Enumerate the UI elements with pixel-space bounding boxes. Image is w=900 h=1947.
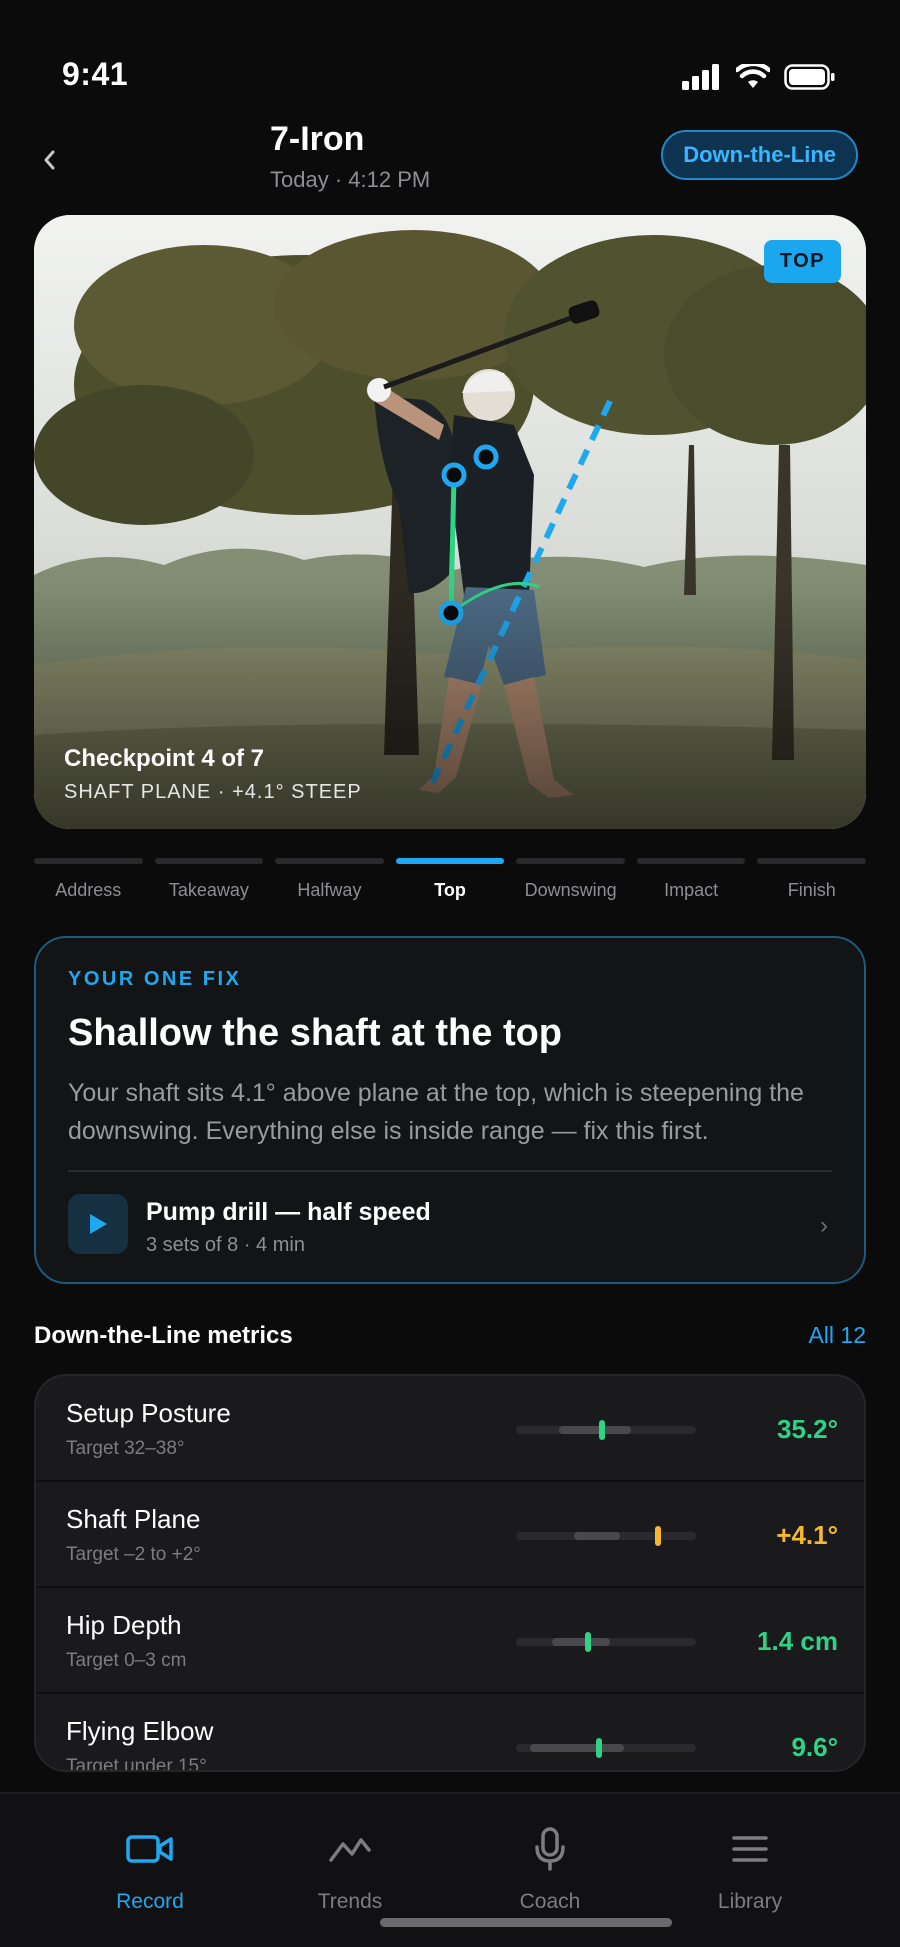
target-range — [573, 1532, 621, 1540]
drill-subtitle: 3 sets of 8 · 4 min — [146, 1234, 305, 1256]
phase-label: Impact — [664, 880, 719, 900]
wifi-icon — [736, 64, 770, 88]
phase-bar — [636, 858, 746, 864]
phase-bar — [516, 858, 625, 864]
metric-value: 35.2° — [776, 1414, 838, 1444]
checkpoint-title: Checkpoint 4 of 7 — [64, 745, 265, 772]
page-subtitle: Today · 4:12 PM — [270, 167, 431, 192]
metrics-header: Down-the-Line metrics All 12 — [34, 1322, 866, 1350]
metric-name: Flying Elbow — [66, 1716, 214, 1746]
phase-takeaway[interactable]: Takeaway — [154, 858, 264, 901]
chevron-left-icon — [44, 150, 55, 170]
phase-bar — [395, 858, 505, 864]
tab-coach[interactable]: Coach — [460, 1824, 640, 1914]
metrics-list: Setup Posture Target 32–38° 35.2° Shaft … — [34, 1374, 866, 1772]
phase-top[interactable]: Top — [395, 858, 505, 901]
phase-halfway[interactable]: Halfway — [275, 858, 384, 901]
video-camera-icon — [126, 1835, 173, 1863]
page-title: 7-Iron — [270, 120, 365, 158]
phase-bar — [275, 858, 384, 864]
view-toggle-button[interactable]: Down-the-Line — [661, 130, 858, 180]
metric-range-bar — [516, 1420, 696, 1440]
metric-value: 9.6° — [791, 1732, 838, 1762]
phase-bar — [154, 858, 264, 864]
status-time: 9:41 — [62, 56, 129, 92]
divider — [68, 1170, 832, 1172]
metric-name: Setup Posture — [66, 1398, 231, 1428]
one-fix-card: YOUR ONE FIX Shallow the shaft at the to… — [34, 936, 866, 1284]
phase-address[interactable]: Address — [34, 858, 143, 901]
metric-value: 1.4 cm — [757, 1626, 838, 1656]
phase-label: Halfway — [297, 880, 362, 900]
list-icon — [732, 1836, 768, 1862]
tab-label: Coach — [519, 1890, 581, 1913]
metric-row-setup-posture[interactable]: Setup Posture Target 32–38° 35.2° — [36, 1376, 864, 1482]
target-range — [552, 1638, 610, 1646]
phase-bar — [34, 858, 143, 864]
tab-label: Library — [717, 1890, 783, 1913]
metric-row-flying-elbow[interactable]: Flying Elbow Target under 15° 9.6° — [36, 1694, 864, 1772]
phase-label: Finish — [787, 880, 836, 900]
phase-label: Downswing — [524, 880, 617, 900]
phase-timeline: Address Takeaway Halfway Top Downswing I… — [34, 858, 867, 901]
metric-name: Hip Depth — [66, 1610, 182, 1640]
phase-label: Takeaway — [168, 880, 249, 900]
status-bar: 9:41 — [0, 0, 900, 110]
phase-impact[interactable]: Impact — [636, 858, 746, 901]
metrics-title: Down-the-Line metrics — [34, 1322, 293, 1349]
phase-bar — [757, 858, 867, 864]
cellular-signal-icon — [682, 64, 719, 90]
phase-badge: TOP — [763, 240, 841, 283]
fix-title: Shallow the shaft at the top — [68, 1012, 563, 1054]
status-icons — [682, 64, 836, 90]
swing-video-frame — [34, 215, 866, 829]
value-marker — [585, 1632, 591, 1652]
metric-range-bar — [516, 1526, 696, 1546]
value-marker — [595, 1738, 602, 1758]
microphone-icon — [535, 1827, 565, 1871]
trend-line-icon — [329, 1838, 371, 1862]
phase-downswing[interactable]: Downswing — [516, 858, 625, 901]
battery-icon — [784, 64, 835, 90]
phase-label: Top — [434, 880, 466, 900]
tab-record[interactable]: Record — [60, 1824, 240, 1914]
drill-row[interactable]: Pump drill — half speed 3 sets of 8 · 4 … — [68, 1194, 832, 1260]
phase-finish[interactable]: Finish — [757, 858, 867, 901]
metric-target: Target –2 to +2° — [66, 1544, 201, 1565]
tab-label: Trends — [317, 1890, 383, 1913]
metric-range-bar — [516, 1738, 696, 1758]
tab-library[interactable]: Library — [660, 1824, 840, 1914]
metric-target: Target under 15° — [66, 1756, 207, 1772]
chevron-right-icon: › — [820, 1212, 828, 1239]
metric-target: Target 32–38° — [66, 1438, 185, 1459]
target-range — [530, 1744, 624, 1752]
metric-target: Target 0–3 cm — [66, 1650, 187, 1671]
drill-play-button[interactable] — [68, 1194, 128, 1254]
tab-trends[interactable]: Trends — [260, 1824, 440, 1914]
drill-title: Pump drill — half speed — [146, 1198, 431, 1226]
metric-name: Shaft Plane — [66, 1504, 201, 1534]
metric-row-shaft-plane[interactable]: Shaft Plane Target –2 to +2° +4.1° — [36, 1482, 864, 1588]
play-icon — [90, 1214, 107, 1234]
fix-eyebrow: YOUR ONE FIX — [68, 968, 242, 990]
header: 7-Iron Today · 4:12 PM Down-the-Line — [0, 110, 900, 210]
tab-label: Record — [116, 1890, 184, 1913]
back-button[interactable] — [34, 140, 64, 180]
swing-video-player[interactable]: TOP Checkpoint 4 of 7 SHAFT PLANE · +4.1… — [34, 215, 866, 829]
all-metrics-link[interactable]: All 12 — [808, 1322, 866, 1349]
checkpoint-subtitle: SHAFT PLANE · +4.1° STEEP — [64, 781, 362, 803]
metric-range-bar — [516, 1632, 696, 1652]
home-indicator — [380, 1918, 672, 1927]
fix-description: Your shaft sits 4.1° above plane at the … — [68, 1079, 804, 1145]
value-marker — [599, 1420, 606, 1440]
metric-value: +4.1° — [776, 1520, 838, 1550]
phase-label: Address — [55, 880, 122, 900]
target-range — [559, 1426, 632, 1434]
metric-row-hip-depth[interactable]: Hip Depth Target 0–3 cm 1.4 cm — [36, 1588, 864, 1694]
value-marker — [655, 1526, 662, 1546]
title-block: 7-Iron Today · 4:12 PM — [270, 120, 430, 193]
